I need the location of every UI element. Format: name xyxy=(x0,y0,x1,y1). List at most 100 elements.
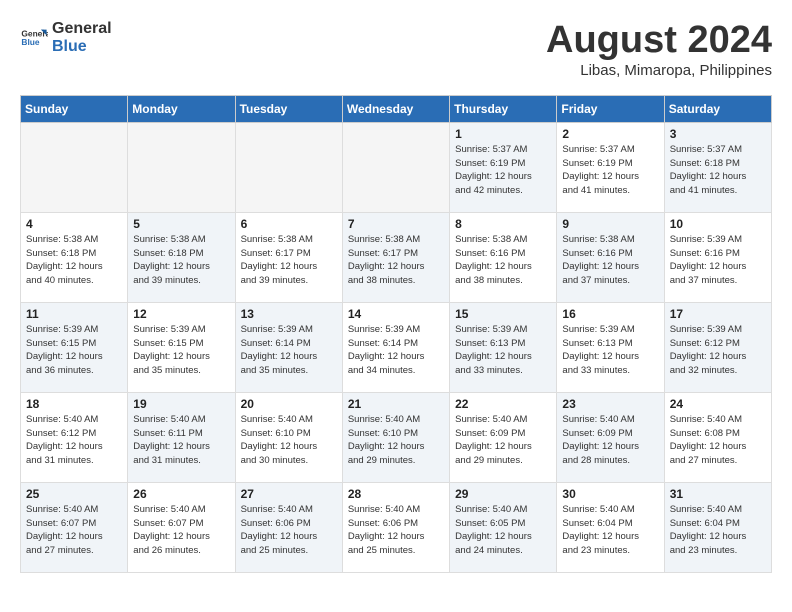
logo-blue: Blue xyxy=(52,38,112,56)
day-of-week-header: Wednesday xyxy=(342,95,449,122)
day-number: 14 xyxy=(348,307,444,321)
day-info: Sunrise: 5:40 AM Sunset: 6:04 PM Dayligh… xyxy=(670,503,766,558)
day-info: Sunrise: 5:39 AM Sunset: 6:14 PM Dayligh… xyxy=(348,323,444,378)
day-info: Sunrise: 5:38 AM Sunset: 6:17 PM Dayligh… xyxy=(348,233,444,288)
day-info: Sunrise: 5:40 AM Sunset: 6:12 PM Dayligh… xyxy=(26,413,122,468)
day-number: 19 xyxy=(133,397,229,411)
day-number: 10 xyxy=(670,217,766,231)
calendar-day-cell: 19Sunrise: 5:40 AM Sunset: 6:11 PM Dayli… xyxy=(128,392,235,482)
calendar-table: SundayMondayTuesdayWednesdayThursdayFrid… xyxy=(20,95,772,573)
calendar-day-cell: 28 Sunrise: 5:40 AM Sunset: 6:06 PM Dayli… xyxy=(342,482,449,572)
calendar-day-cell: 6 Sunrise: 5:38 AM Sunset: 6:17 PM Daylig… xyxy=(235,212,342,302)
calendar-day-cell: 8Sunrise: 5:38 AM Sunset: 6:16 PM Daylig… xyxy=(450,212,557,302)
day-number: 31 xyxy=(670,487,766,501)
day-info: Sunrise: 5:38 AM Sunset: 6:18 PM Dayligh… xyxy=(26,233,122,288)
location: Libas, Mimaropa, Philippines xyxy=(546,62,772,79)
day-info: Sunrise: 5:40 AM Sunset: 6:06 PM Dayligh… xyxy=(348,503,444,558)
day-number: 22 xyxy=(455,397,551,411)
day-info: Sunrise: 5:39 AM Sunset: 6:16 PM Dayligh… xyxy=(670,233,766,288)
day-of-week-header: Saturday xyxy=(664,95,771,122)
calendar-day-cell: 26 Sunrise: 5:40 AM Sunset: 6:07 PM Dayli… xyxy=(128,482,235,572)
day-of-week-header: Monday xyxy=(128,95,235,122)
calendar-week-row: 18 Sunrise: 5:40 AM Sunset: 6:12 PM Dayli… xyxy=(21,392,772,482)
calendar-day-cell: 9 Sunrise: 5:38 AM Sunset: 6:16 PM Daylig… xyxy=(557,212,664,302)
day-info: Sunrise: 5:39 AM Sunset: 6:13 PM Dayligh… xyxy=(562,323,658,378)
day-number: 30 xyxy=(562,487,658,501)
day-number: 4 xyxy=(26,217,122,231)
day-number: 28 xyxy=(348,487,444,501)
day-number: 9 xyxy=(562,217,658,231)
day-number: 6 xyxy=(241,217,337,231)
day-number: 1 xyxy=(455,127,551,141)
day-of-week-header: Friday xyxy=(557,95,664,122)
day-number: 3 xyxy=(670,127,766,141)
calendar-week-row: 4 Sunrise: 5:38 AM Sunset: 6:18 PM Daylig… xyxy=(21,212,772,302)
day-info: Sunrise: 5:40 AM Sunset: 6:09 PM Dayligh… xyxy=(562,413,658,468)
day-number: 27 xyxy=(241,487,337,501)
calendar-day-cell: 27Sunrise: 5:40 AM Sunset: 6:06 PM Dayli… xyxy=(235,482,342,572)
day-number: 15 xyxy=(455,307,551,321)
calendar-day-cell: 13 Sunrise: 5:39 AM Sunset: 6:14 PM Dayli… xyxy=(235,302,342,392)
day-number: 23 xyxy=(562,397,658,411)
calendar-day-cell xyxy=(235,122,342,212)
calendar-day-cell: 24 Sunrise: 5:40 AM Sunset: 6:08 PM Dayli… xyxy=(664,392,771,482)
calendar-day-cell: 14 Sunrise: 5:39 AM Sunset: 6:14 PM Dayli… xyxy=(342,302,449,392)
day-info: Sunrise: 5:38 AM Sunset: 6:17 PM Dayligh… xyxy=(241,233,337,288)
svg-text:Blue: Blue xyxy=(21,37,39,47)
calendar-day-cell: 21Sunrise: 5:40 AM Sunset: 6:10 PM Dayli… xyxy=(342,392,449,482)
day-number: 13 xyxy=(241,307,337,321)
calendar-day-cell: 17 Sunrise: 5:39 AM Sunset: 6:12 PM Dayli… xyxy=(664,302,771,392)
calendar-week-row: 1 Sunrise: 5:37 AM Sunset: 6:19 PM Daylig… xyxy=(21,122,772,212)
calendar-day-cell: 5 Sunrise: 5:38 AM Sunset: 6:18 PM Daylig… xyxy=(128,212,235,302)
day-info: Sunrise: 5:40 AM Sunset: 6:09 PM Dayligh… xyxy=(455,413,551,468)
calendar-day-cell xyxy=(21,122,128,212)
day-number: 20 xyxy=(241,397,337,411)
calendar-day-cell: 7 Sunrise: 5:38 AM Sunset: 6:17 PM Daylig… xyxy=(342,212,449,302)
day-number: 21 xyxy=(348,397,444,411)
day-of-week-header: Sunday xyxy=(21,95,128,122)
day-info: Sunrise: 5:39 AM Sunset: 6:14 PM Dayligh… xyxy=(241,323,337,378)
day-info: Sunrise: 5:38 AM Sunset: 6:18 PM Dayligh… xyxy=(133,233,229,288)
day-number: 5 xyxy=(133,217,229,231)
day-info: Sunrise: 5:39 AM Sunset: 6:15 PM Dayligh… xyxy=(26,323,122,378)
day-number: 26 xyxy=(133,487,229,501)
day-info: Sunrise: 5:39 AM Sunset: 6:13 PM Dayligh… xyxy=(455,323,551,378)
day-number: 17 xyxy=(670,307,766,321)
calendar-day-cell: 29 Sunrise: 5:40 AM Sunset: 6:05 PM Dayli… xyxy=(450,482,557,572)
day-info: Sunrise: 5:40 AM Sunset: 6:07 PM Dayligh… xyxy=(133,503,229,558)
calendar-day-cell: 22 Sunrise: 5:40 AM Sunset: 6:09 PM Dayli… xyxy=(450,392,557,482)
day-info: Sunrise: 5:39 AM Sunset: 6:12 PM Dayligh… xyxy=(670,323,766,378)
day-info: Sunrise: 5:38 AM Sunset: 6:16 PM Dayligh… xyxy=(562,233,658,288)
calendar-day-cell: 31 Sunrise: 5:40 AM Sunset: 6:04 PM Dayli… xyxy=(664,482,771,572)
header: General Blue General Blue August 2024 Li… xyxy=(20,20,772,79)
calendar-day-cell: 12Sunrise: 5:39 AM Sunset: 6:15 PM Dayli… xyxy=(128,302,235,392)
day-info: Sunrise: 5:38 AM Sunset: 6:16 PM Dayligh… xyxy=(455,233,551,288)
calendar-day-cell xyxy=(128,122,235,212)
day-number: 7 xyxy=(348,217,444,231)
calendar-day-cell: 20 Sunrise: 5:40 AM Sunset: 6:10 PM Dayli… xyxy=(235,392,342,482)
day-info: Sunrise: 5:40 AM Sunset: 6:04 PM Dayligh… xyxy=(562,503,658,558)
calendar-day-cell: 18 Sunrise: 5:40 AM Sunset: 6:12 PM Dayli… xyxy=(21,392,128,482)
day-number: 18 xyxy=(26,397,122,411)
day-info: Sunrise: 5:40 AM Sunset: 6:10 PM Dayligh… xyxy=(241,413,337,468)
calendar-day-cell: 23 Sunrise: 5:40 AM Sunset: 6:09 PM Dayli… xyxy=(557,392,664,482)
day-info: Sunrise: 5:40 AM Sunset: 6:08 PM Dayligh… xyxy=(670,413,766,468)
day-number: 29 xyxy=(455,487,551,501)
calendar-day-cell: 25Sunrise: 5:40 AM Sunset: 6:07 PM Dayli… xyxy=(21,482,128,572)
calendar-day-cell xyxy=(342,122,449,212)
day-number: 24 xyxy=(670,397,766,411)
logo: General Blue General Blue xyxy=(20,20,112,55)
day-info: Sunrise: 5:37 AM Sunset: 6:19 PM Dayligh… xyxy=(455,143,551,198)
day-number: 2 xyxy=(562,127,658,141)
calendar-day-cell: 30 Sunrise: 5:40 AM Sunset: 6:04 PM Dayli… xyxy=(557,482,664,572)
day-info: Sunrise: 5:37 AM Sunset: 6:18 PM Dayligh… xyxy=(670,143,766,198)
day-info: Sunrise: 5:37 AM Sunset: 6:19 PM Dayligh… xyxy=(562,143,658,198)
calendar-day-cell: 3 Sunrise: 5:37 AM Sunset: 6:18 PM Daylig… xyxy=(664,122,771,212)
month-year: August 2024 xyxy=(546,20,772,62)
calendar-header: SundayMondayTuesdayWednesdayThursdayFrid… xyxy=(21,95,772,122)
calendar-day-cell: 10 Sunrise: 5:39 AM Sunset: 6:16 PM Dayli… xyxy=(664,212,771,302)
calendar-day-cell: 4 Sunrise: 5:38 AM Sunset: 6:18 PM Daylig… xyxy=(21,212,128,302)
day-info: Sunrise: 5:39 AM Sunset: 6:15 PM Dayligh… xyxy=(133,323,229,378)
day-info: Sunrise: 5:40 AM Sunset: 6:05 PM Dayligh… xyxy=(455,503,551,558)
calendar-day-cell: 15 Sunrise: 5:39 AM Sunset: 6:13 PM Dayli… xyxy=(450,302,557,392)
